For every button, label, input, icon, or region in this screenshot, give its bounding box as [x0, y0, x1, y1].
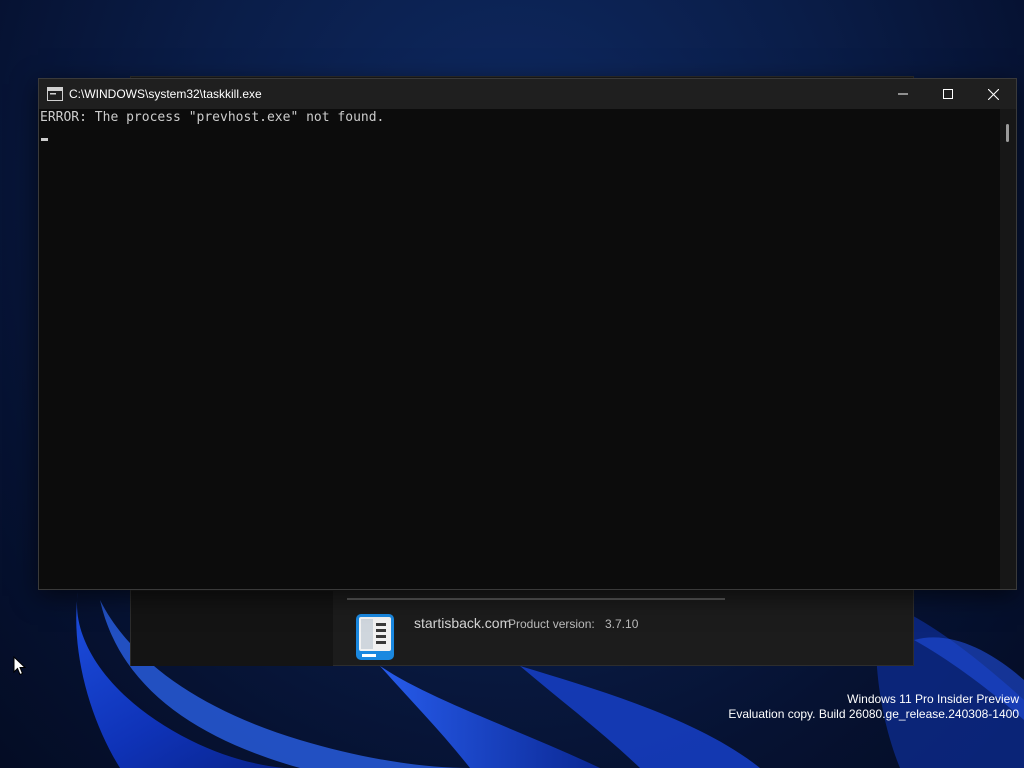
console-output-line: ERROR: The process "prevhost.exe" not fo… [40, 110, 385, 125]
watermark-build: Evaluation copy. Build 26080.ge_release.… [728, 707, 1019, 721]
console-output-area[interactable]: ERROR: The process "prevhost.exe" not fo… [39, 109, 1000, 589]
window-title: C:\WINDOWS\system32\taskkill.exe [69, 87, 262, 101]
scrollbar-thumb[interactable] [1006, 124, 1009, 142]
dialog-left-pane [131, 591, 333, 666]
mouse-pointer-icon [13, 656, 26, 676]
maximize-button[interactable] [925, 79, 971, 109]
console-window[interactable]: C:\WINDOWS\system32\taskkill.exe ERROR: … [38, 78, 1017, 590]
evaluation-watermark: Windows 11 Pro Insider Preview Evaluatio… [728, 692, 1019, 722]
dialog-divider [347, 598, 725, 600]
product-version-value: 3.7.10 [605, 617, 639, 631]
vertical-scrollbar[interactable] [1000, 109, 1016, 589]
maximize-icon [943, 89, 953, 99]
product-version-label: Product version: [508, 617, 595, 631]
console-app-icon [47, 87, 63, 101]
close-button[interactable] [970, 79, 1016, 109]
startisback-site-link[interactable]: startisback.com [414, 615, 511, 631]
watermark-edition: Windows 11 Pro Insider Preview [847, 692, 1019, 706]
text-cursor [41, 138, 48, 141]
desktop: startisback.com Product version: 3.7.10 … [0, 0, 1024, 768]
close-icon [987, 88, 999, 100]
title-bar[interactable]: C:\WINDOWS\system32\taskkill.exe [39, 79, 1016, 109]
startisback-logo-icon [356, 614, 394, 660]
minimize-button[interactable] [880, 79, 926, 109]
minimize-icon [898, 93, 908, 95]
